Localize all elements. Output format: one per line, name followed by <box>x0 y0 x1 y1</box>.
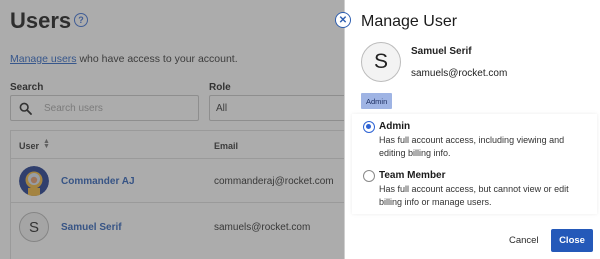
cancel-button[interactable]: Cancel <box>509 231 539 249</box>
team-member-radio[interactable] <box>363 170 375 182</box>
drawer-user-name: Samuel Serif <box>411 46 472 57</box>
admin-radio[interactable] <box>363 121 375 133</box>
role-option-description: Has full account access, including viewi… <box>379 135 565 158</box>
drawer-user-email: samuels@rocket.com <box>411 68 508 79</box>
role-option-description: Has full account access, but cannot view… <box>379 184 569 207</box>
modal-overlay[interactable] <box>0 0 345 259</box>
role-options: Admin Has full account access, including… <box>352 114 597 214</box>
drawer-title: Manage User <box>361 13 458 30</box>
role-badge: Admin <box>361 93 393 109</box>
avatar: S <box>361 42 401 82</box>
role-option-title: Admin <box>379 121 411 132</box>
role-option-title: Team Member <box>379 170 446 181</box>
close-icon[interactable]: ✕ <box>335 12 351 28</box>
close-button[interactable]: Close <box>551 229 593 252</box>
